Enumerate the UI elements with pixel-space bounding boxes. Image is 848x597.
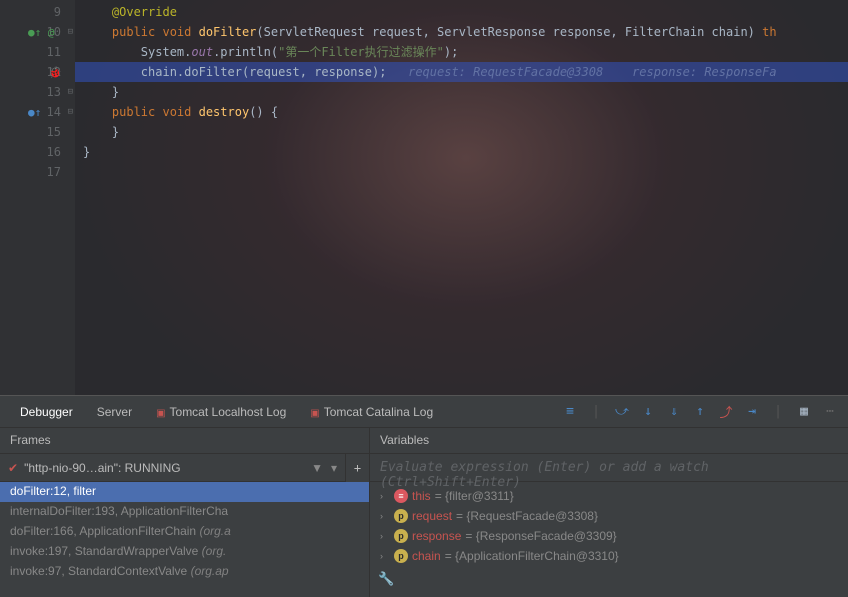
expand-icon[interactable]: › — [380, 551, 390, 561]
variable-row[interactable]: › p request = {RequestFacade@3308} — [370, 506, 848, 526]
code-line[interactable]: } — [75, 122, 848, 142]
variables-header: Variables — [370, 428, 848, 454]
gutter-line[interactable]: 🐞12 — [0, 62, 75, 82]
gutter-line[interactable]: 13⊟ — [0, 82, 75, 102]
this-badge-icon: ≡ — [394, 489, 408, 503]
debug-panels: Frames ✔ "http-nio-90…ain": RUNNING ▼ ▾ … — [0, 428, 848, 597]
tab-server[interactable]: Server — [85, 399, 144, 425]
debug-panel: Debugger Server ▣Tomcat Localhost Log ▣T… — [0, 395, 848, 597]
tab-catalina-log[interactable]: ▣Tomcat Catalina Log — [298, 399, 445, 425]
code-line[interactable]: } — [75, 82, 848, 102]
show-execution-icon[interactable]: ≡ — [562, 404, 578, 420]
gutter-line[interactable]: 11 — [0, 42, 75, 62]
frames-header: Frames — [0, 428, 369, 454]
step-into-icon[interactable]: ↓ — [640, 404, 656, 420]
drop-frame-icon[interactable]: ⤴ — [718, 404, 734, 420]
gutter-line[interactable]: 17 — [0, 162, 75, 182]
frame-item[interactable]: invoke:97, StandardContextValve (org.ap — [0, 562, 369, 582]
settings-icon[interactable]: 🔧 — [378, 572, 394, 587]
code-line[interactable]: @Override — [75, 2, 848, 22]
code-area[interactable]: @Override public void doFilter(ServletRe… — [75, 0, 848, 395]
gutter-line[interactable]: 9 — [0, 2, 75, 22]
fold-icon[interactable]: ⊟ — [68, 87, 73, 97]
dropdown-icon[interactable]: ▾ — [331, 461, 337, 475]
expand-icon[interactable]: › — [380, 531, 390, 541]
tab-localhost-log[interactable]: ▣Tomcat Localhost Log — [144, 399, 298, 425]
gutter: 9 ●↑ @10⊟ 11 🐞12 13⊟ ●↑14⊟ 15 16 17 — [0, 0, 75, 395]
frame-item[interactable]: invoke:197, StandardWrapperValve (org. — [0, 542, 369, 562]
param-badge-icon: p — [394, 509, 408, 523]
watch-input[interactable]: Evaluate expression (Enter) or add a wat… — [370, 454, 848, 482]
evaluate-icon[interactable]: ▦ — [796, 404, 812, 420]
variable-row[interactable]: › ≡ this = {filter@3311} — [370, 486, 848, 506]
variables-panel: Variables Evaluate expression (Enter) or… — [370, 428, 848, 597]
tomcat-icon: ▣ — [156, 408, 165, 419]
code-line[interactable]: System.out.println("第一个Filter执行过滤操作"); — [75, 42, 848, 62]
gutter-line[interactable]: 16 — [0, 142, 75, 162]
fold-icon[interactable]: ⊟ — [68, 27, 73, 37]
run-to-cursor-icon[interactable]: ⇥ — [744, 404, 760, 420]
editor-area: 9 ●↑ @10⊟ 11 🐞12 13⊟ ●↑14⊟ 15 16 17 @Ove… — [0, 0, 848, 395]
add-thread-button[interactable]: + — [345, 454, 369, 482]
expand-icon[interactable]: › — [380, 511, 390, 521]
tab-debugger[interactable]: Debugger — [8, 399, 85, 425]
frame-item[interactable]: internalDoFilter:193, ApplicationFilterC… — [0, 502, 369, 522]
override-icon: ●↑ — [28, 106, 41, 119]
code-line[interactable]: public void destroy() { — [75, 102, 848, 122]
code-line[interactable]: public void doFilter(ServletRequest requ… — [75, 22, 848, 42]
gutter-line[interactable]: ●↑ @10⊟ — [0, 22, 75, 42]
override-icon: ●↑ @ — [28, 26, 55, 39]
frames-panel: Frames ✔ "http-nio-90…ain": RUNNING ▼ ▾ … — [0, 428, 370, 597]
step-out-icon[interactable]: ↑ — [692, 404, 708, 420]
filter-icon[interactable]: ▼ — [311, 461, 323, 475]
force-step-into-icon[interactable]: ⇓ — [666, 404, 682, 420]
frame-item[interactable]: doFilter:12, filter — [0, 482, 369, 502]
breakpoint-icon[interactable]: 🐞 — [48, 66, 62, 79]
check-icon: ✔ — [8, 461, 18, 475]
variable-list: › ≡ this = {filter@3311} › p request = {… — [370, 482, 848, 570]
variable-row[interactable]: › p chain = {ApplicationFilterChain@3310… — [370, 546, 848, 566]
frame-item[interactable]: doFilter:166, ApplicationFilterChain (or… — [0, 522, 369, 542]
gutter-line[interactable]: 15 — [0, 122, 75, 142]
code-line[interactable]: } — [75, 142, 848, 162]
step-over-icon[interactable]: ⤻ — [614, 404, 630, 420]
fold-icon[interactable]: ⊟ — [68, 107, 73, 117]
divider: | — [588, 404, 604, 420]
frame-list: doFilter:12, filter internalDoFilter:193… — [0, 482, 369, 597]
expand-icon[interactable]: › — [380, 491, 390, 501]
tab-bar: Debugger Server ▣Tomcat Localhost Log ▣T… — [0, 396, 848, 428]
debug-toolbar: ≡ | ⤻ ↓ ⇓ ↑ ⤴ ⇥ | ▦ ⋯ — [562, 404, 848, 420]
code-line[interactable] — [75, 162, 848, 182]
more-icon[interactable]: ⋯ — [822, 404, 838, 420]
code-line-current[interactable]: chain.doFilter(request, response); reque… — [75, 62, 848, 82]
param-badge-icon: p — [394, 529, 408, 543]
thread-selector[interactable]: ✔ "http-nio-90…ain": RUNNING ▼ ▾ — [0, 454, 345, 482]
variable-row[interactable]: › p response = {ResponseFacade@3309} — [370, 526, 848, 546]
param-badge-icon: p — [394, 549, 408, 563]
gutter-line[interactable]: ●↑14⊟ — [0, 102, 75, 122]
divider: | — [770, 404, 786, 420]
tomcat-icon: ▣ — [310, 408, 319, 419]
